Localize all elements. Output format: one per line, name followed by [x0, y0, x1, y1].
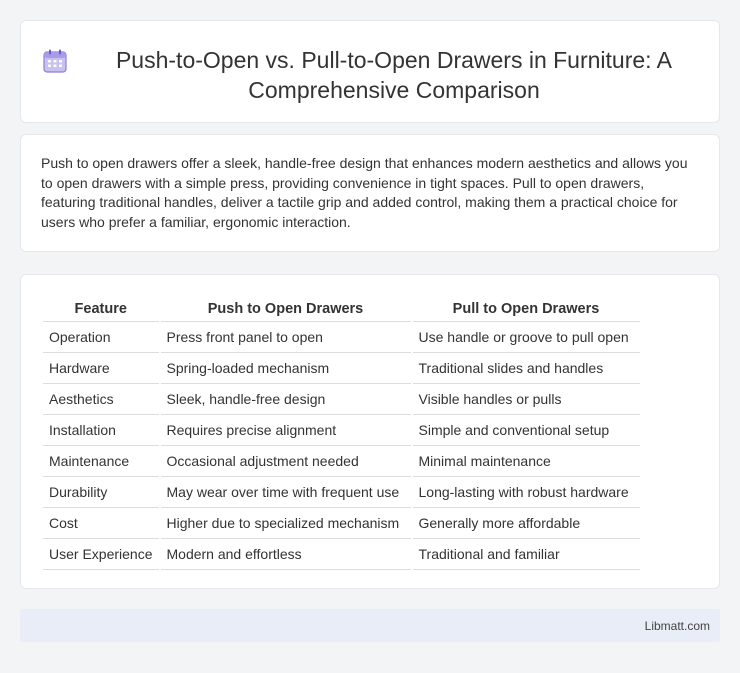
- feature-cell: Cost: [43, 507, 160, 539]
- table-row: User Experience Modern and effortless Tr…: [43, 538, 640, 570]
- pull-cell: Traditional and familiar: [410, 538, 640, 570]
- push-cell: Higher due to specialized mechanism: [158, 507, 412, 539]
- feature-cell: Maintenance: [43, 445, 160, 477]
- header-feature: Feature: [43, 293, 160, 322]
- intro-paragraph: Push to open drawers offer a sleek, hand…: [41, 155, 688, 230]
- table-row: Hardware Spring-loaded mechanism Traditi…: [43, 352, 640, 384]
- push-cell: Requires precise alignment: [158, 414, 412, 446]
- pull-cell: Generally more affordable: [410, 507, 640, 539]
- table-row: Operation Press front panel to open Use …: [43, 321, 640, 353]
- table-row: Aesthetics Sleek, handle-free design Vis…: [43, 383, 640, 415]
- push-cell: Occasional adjustment needed: [158, 445, 412, 477]
- comparison-table: Feature Push to Open Drawers Pull to Ope…: [43, 293, 640, 570]
- table-row: Maintenance Occasional adjustment needed…: [43, 445, 640, 477]
- push-cell: Modern and effortless: [158, 538, 412, 570]
- pull-cell: Visible handles or pulls: [410, 383, 640, 415]
- footer-bar: Libmatt.com: [20, 609, 720, 642]
- comparison-card: Feature Push to Open Drawers Pull to Ope…: [20, 274, 720, 589]
- pull-cell: Minimal maintenance: [410, 445, 640, 477]
- header-push-to-open: Push to Open Drawers: [158, 293, 412, 322]
- page-title: Push-to-Open vs. Pull-to-Open Drawers in…: [115, 47, 673, 103]
- push-cell: Spring-loaded mechanism: [158, 352, 412, 384]
- push-cell: Press front panel to open: [158, 321, 412, 353]
- table-row: Cost Higher due to specialized mechanism…: [43, 507, 640, 539]
- feature-cell: Durability: [43, 476, 160, 508]
- feature-cell: Operation: [43, 321, 160, 353]
- feature-cell: User Experience: [43, 538, 160, 570]
- table-row: Durability May wear over time with frequ…: [43, 476, 640, 508]
- header-pull-to-open: Pull to Open Drawers: [410, 293, 640, 322]
- feature-cell: Aesthetics: [43, 383, 160, 415]
- title-card: Push-to-Open vs. Pull-to-Open Drawers in…: [20, 20, 720, 123]
- pull-cell: Long-lasting with robust hardware: [410, 476, 640, 508]
- pull-cell: Traditional slides and handles: [410, 352, 640, 384]
- intro-card: Push to open drawers offer a sleek, hand…: [20, 134, 720, 252]
- pull-cell: Use handle or groove to pull open: [410, 321, 640, 353]
- feature-cell: Hardware: [43, 352, 160, 384]
- table-row: Installation Requires precise alignment …: [43, 414, 640, 446]
- calendar-grid-icon: [43, 49, 67, 73]
- push-cell: Sleek, handle-free design: [158, 383, 412, 415]
- pull-cell: Simple and conventional setup: [410, 414, 640, 446]
- footer-site-link[interactable]: Libmatt.com: [645, 619, 710, 633]
- title-row: Push-to-Open vs. Pull-to-Open Drawers in…: [21, 21, 719, 105]
- push-cell: May wear over time with frequent use: [158, 476, 412, 508]
- feature-cell: Installation: [43, 414, 160, 446]
- table-header-row: Feature Push to Open Drawers Pull to Ope…: [43, 293, 640, 322]
